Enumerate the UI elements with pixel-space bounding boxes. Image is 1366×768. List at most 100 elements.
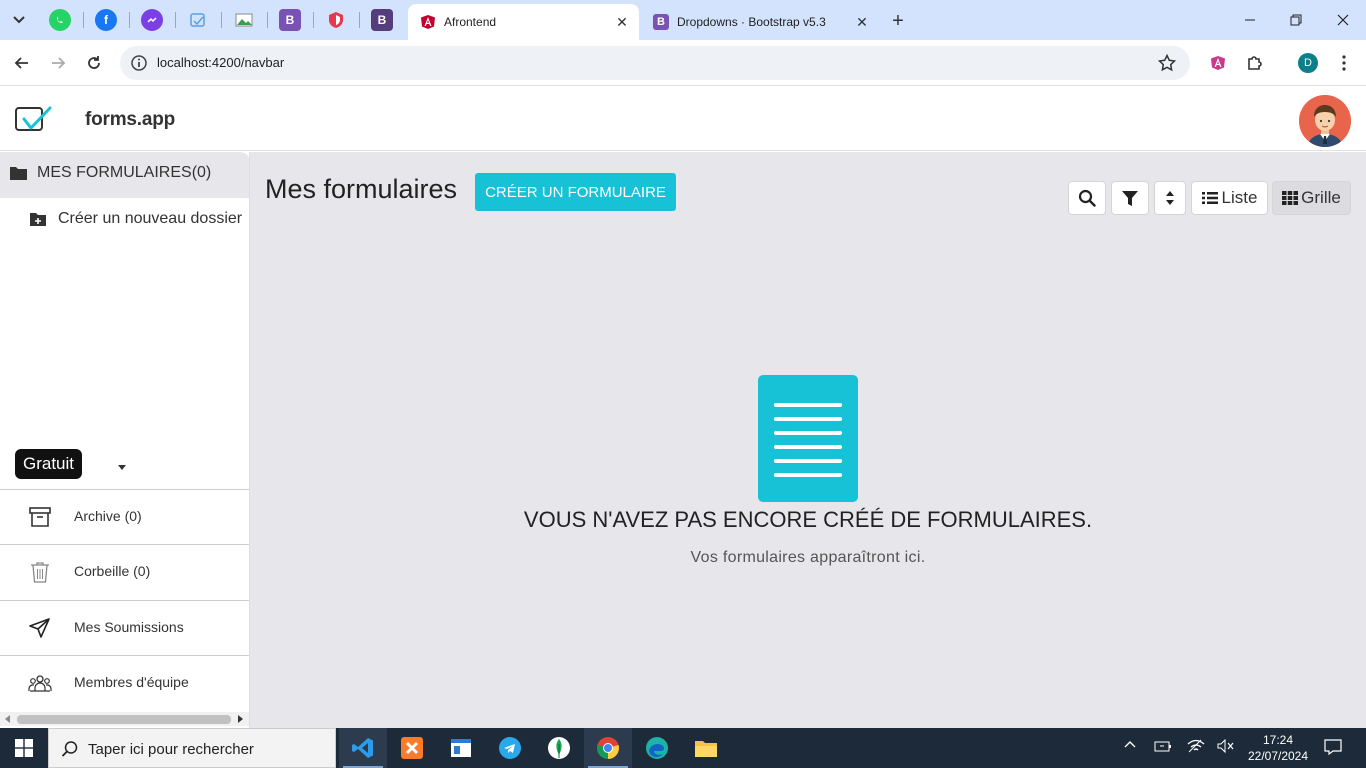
url-text[interactable]: localhost:4200/navbar	[157, 55, 284, 70]
user-avatar[interactable]	[1299, 95, 1351, 147]
tab-search-dropdown-icon[interactable]	[6, 8, 32, 32]
close-tab-icon[interactable]: ✕	[613, 13, 631, 31]
whatsapp-pinned-tab-icon[interactable]	[49, 9, 71, 31]
tab-bootstrap-dropdowns[interactable]: B Dropdowns · Bootstrap v5.3 ✕	[641, 4, 879, 40]
page-title: Mes formulaires	[265, 174, 458, 204]
search-icon	[1078, 189, 1096, 207]
clock-date: 22/07/2024	[1247, 749, 1309, 763]
image-pinned-tab-icon[interactable]	[233, 9, 255, 31]
search-button[interactable]	[1068, 181, 1106, 215]
scroll-left-arrow-icon[interactable]	[5, 715, 10, 723]
scroll-right-arrow-icon[interactable]	[238, 715, 243, 723]
sidebar-item-team-members[interactable]: Membres d'équipe	[0, 655, 249, 710]
window-app-taskbar-icon[interactable]	[437, 728, 485, 768]
bootstrap-dark-pinned-tab-icon[interactable]: B	[371, 9, 393, 31]
tab-separator	[175, 12, 176, 28]
sort-icon	[1165, 190, 1175, 206]
profile-avatar[interactable]: D	[1296, 51, 1320, 75]
brave-shield-pinned-tab-icon[interactable]	[325, 9, 347, 31]
empty-document-icon	[758, 375, 858, 502]
taskbar-clock[interactable]: 17:24 22/07/2024	[1244, 732, 1312, 764]
site-info-icon[interactable]	[131, 55, 147, 76]
forms-app-logo-icon[interactable]	[15, 105, 53, 140]
back-arrow-icon[interactable]	[9, 50, 35, 76]
address-bar[interactable]: localhost:4200/navbar	[120, 46, 1190, 80]
forward-arrow-icon[interactable]	[45, 50, 71, 76]
list-view-button[interactable]: Liste	[1191, 181, 1268, 215]
filter-button[interactable]	[1111, 181, 1149, 215]
tab-separator	[267, 12, 268, 28]
tab-separator	[359, 12, 360, 28]
tab-title: Afrontend	[444, 15, 497, 29]
show-hidden-icons-chevron-icon[interactable]	[1124, 739, 1136, 754]
sidebar-item-archive[interactable]: Archive (0)	[0, 489, 249, 544]
reload-icon[interactable]	[81, 50, 107, 76]
sidebar-horizontal-scrollbar[interactable]	[0, 712, 249, 726]
sidebar-item-trash[interactable]: Corbeille (0)	[0, 544, 249, 599]
list-icon	[1201, 191, 1218, 205]
my-forms-folder-header[interactable]: MES FORMULAIRES(0)	[0, 152, 249, 198]
profile-initial: D	[1298, 53, 1318, 73]
grid-view-button[interactable]: Grille	[1272, 181, 1351, 215]
new-tab-plus-icon[interactable]: +	[886, 9, 910, 33]
brand-name[interactable]: forms.app	[85, 109, 175, 131]
tab-separator	[129, 12, 130, 28]
sidebar-item-submissions[interactable]: Mes Soumissions	[0, 600, 249, 655]
grid-icon	[1282, 191, 1299, 205]
app-header: forms.app	[0, 87, 1366, 151]
create-form-button[interactable]: CRÉER UN FORMULAIRE	[475, 173, 676, 211]
restore-window-icon[interactable]	[1273, 0, 1319, 40]
sidebar: MES FORMULAIRES(0) Créer un nouveau doss…	[0, 152, 250, 728]
bookmark-star-icon[interactable]	[1157, 53, 1177, 77]
angular-devtools-extension-icon[interactable]	[1206, 51, 1230, 75]
telegram-taskbar-icon[interactable]	[486, 728, 534, 768]
scrollbar-thumb[interactable]	[17, 715, 231, 724]
tab-separator	[221, 12, 222, 28]
minimize-window-icon[interactable]	[1227, 0, 1273, 40]
taskbar-search-placeholder: Taper ici pour rechercher	[88, 741, 254, 758]
notifications-icon[interactable]	[1324, 739, 1342, 758]
main-content: Mes formulaires CRÉER UN FORMULAIRE List…	[250, 152, 1366, 728]
sidebar-item-label: Archive (0)	[74, 508, 142, 524]
extensions-puzzle-icon[interactable]	[1243, 51, 1267, 75]
chrome-taskbar-icon[interactable]	[584, 728, 632, 768]
bootstrap-icon: B	[653, 14, 669, 30]
windows-start-icon[interactable]	[0, 728, 48, 768]
tab-separator	[313, 12, 314, 28]
close-tab-icon[interactable]: ✕	[853, 13, 871, 31]
angular-icon	[420, 14, 436, 30]
more-menu-icon[interactable]	[1332, 51, 1356, 75]
close-window-icon[interactable]	[1320, 0, 1366, 40]
plan-dropdown-caret-icon[interactable]	[118, 465, 126, 470]
taskbar-search-box[interactable]: Taper ici pour rechercher	[48, 728, 336, 768]
folder-header-label: MES FORMULAIRES(0)	[37, 164, 212, 181]
file-explorer-taskbar-icon[interactable]	[682, 728, 730, 768]
grid-view-label: Grille	[1301, 188, 1341, 207]
folder-plus-icon	[30, 212, 46, 226]
sidebar-item-label: Mes Soumissions	[74, 619, 184, 635]
list-view-label: Liste	[1221, 188, 1258, 207]
wifi-icon[interactable]	[1187, 739, 1205, 756]
speaker-muted-icon[interactable]	[1217, 738, 1235, 756]
messenger-pinned-tab-icon[interactable]	[141, 9, 163, 31]
browser-toolbar: localhost:4200/navbar D	[0, 40, 1366, 86]
tab-afrontend[interactable]: Afrontend ✕	[408, 4, 639, 40]
sidebar-item-label: Membres d'équipe	[74, 674, 189, 690]
forms-pinned-tab-icon[interactable]	[187, 9, 209, 31]
bootstrap-pinned-tab-icon[interactable]: B	[279, 9, 301, 31]
windows-taskbar: Taper ici pour rechercher 17:24 22/07/20…	[0, 728, 1366, 768]
archive-icon	[28, 505, 52, 529]
mongodb-compass-taskbar-icon[interactable]	[535, 728, 583, 768]
edge-taskbar-icon[interactable]	[633, 728, 681, 768]
facebook-pinned-tab-icon[interactable]: f	[95, 9, 117, 31]
xampp-taskbar-icon[interactable]	[388, 728, 436, 768]
create-new-folder-link[interactable]: Créer un nouveau dossier	[30, 210, 242, 228]
vscode-taskbar-icon[interactable]	[339, 728, 387, 768]
sort-button[interactable]	[1154, 181, 1186, 215]
empty-state-title: VOUS N'AVEZ PAS ENCORE CRÉÉ DE FORMULAIR…	[523, 507, 1093, 532]
plan-badge[interactable]: Gratuit	[15, 449, 83, 479]
trash-icon	[28, 560, 52, 584]
clock-time: 17:24	[1262, 733, 1294, 747]
folder-icon	[10, 166, 27, 185]
battery-icon[interactable]	[1154, 739, 1172, 756]
